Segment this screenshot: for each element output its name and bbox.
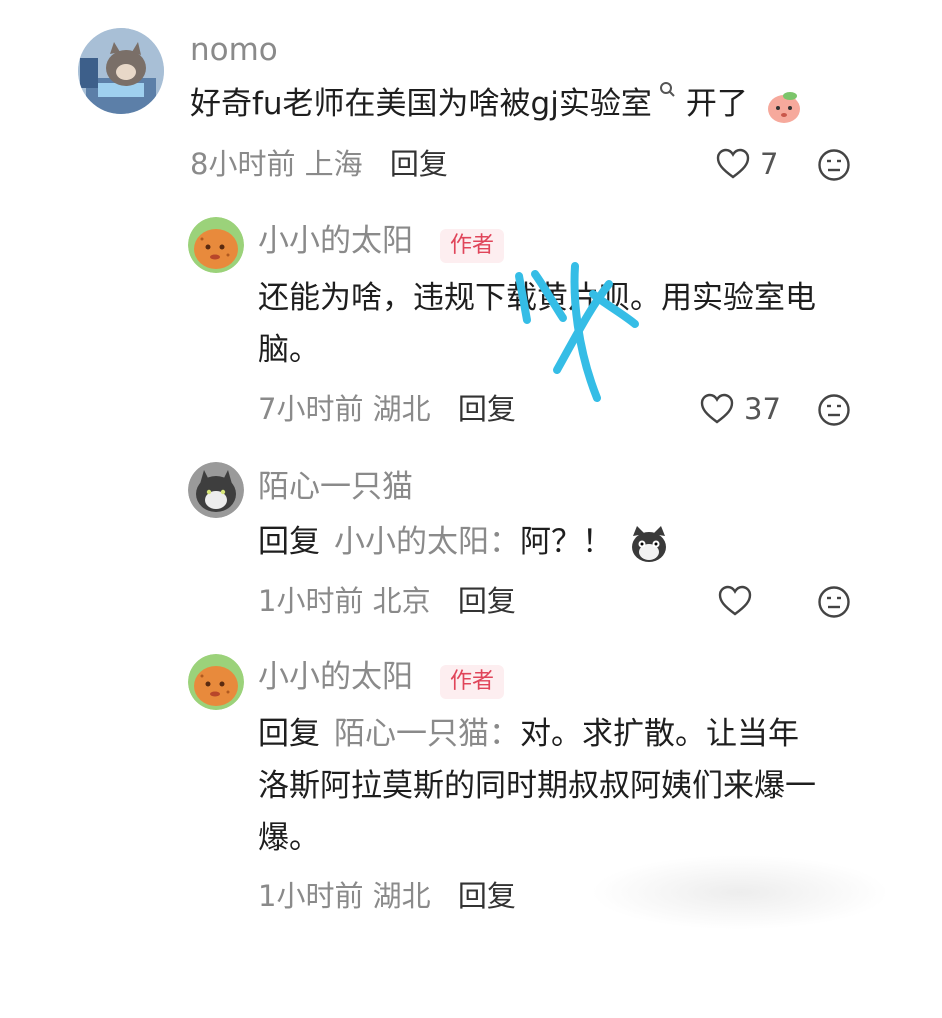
image-smudge xyxy=(590,855,890,930)
search-small-icon[interactable] xyxy=(656,78,682,108)
comment-meta: 8小时前 上海 回复 xyxy=(190,150,448,179)
comment-username[interactable]: 小小的太阳 xyxy=(258,662,413,693)
like-count: 7 xyxy=(760,146,779,181)
comment-text-line-1: 对。求扩散。让当年 xyxy=(520,716,799,752)
comment-text-line-2: 洛斯阿拉莫斯的同时期叔叔阿姨们来爆一 xyxy=(258,768,816,804)
comment-meta: 7小时前 湖北 回复 xyxy=(258,395,516,424)
like-count: 37 xyxy=(744,391,781,426)
comment-meta: 1小时前 北京 回复 xyxy=(258,587,516,616)
comment-location: 北京 xyxy=(372,584,431,618)
reply-button[interactable]: 回复 xyxy=(458,879,516,913)
comment-location: 上海 xyxy=(304,147,363,181)
comment-2: 小小的太阳 作者 还能为啥，违规下载黄片呗。用实验室电 脑。 7小时前 湖北 回… xyxy=(0,200,942,440)
like-button[interactable]: 37 xyxy=(700,393,781,425)
comment-text-line-1: 还能为啥，违规下载黄片呗。用实验室电 xyxy=(258,280,816,316)
comment-username[interactable]: 小小的太阳 xyxy=(258,226,413,257)
peach-emoji xyxy=(767,91,800,123)
comment-time: 1小时前 xyxy=(258,584,364,618)
comment-text-main: 阿？！ xyxy=(520,524,613,560)
comment-text-line-2: 脑。 xyxy=(258,332,320,368)
comment-3: 陌心一只猫 回复 小小的太阳：阿？！ 1小时前 北京 回复 xyxy=(0,450,942,640)
reply-button[interactable]: 回复 xyxy=(390,147,448,181)
comment-meta: 1小时前 湖北 回复 xyxy=(258,882,516,911)
reply-prefix: 回复 xyxy=(258,524,320,560)
neutral-face-icon[interactable] xyxy=(817,393,851,427)
user-avatar-xiaoxiaodetaiyang[interactable] xyxy=(188,654,244,710)
user-avatar-moxinyizhimao[interactable] xyxy=(188,462,244,518)
neutral-face-icon[interactable] xyxy=(817,585,851,619)
reply-button[interactable]: 回复 xyxy=(458,584,516,618)
heart-outline-icon xyxy=(700,393,734,424)
author-badge: 作者 xyxy=(440,665,505,699)
user-avatar-nomo[interactable] xyxy=(78,28,164,114)
like-button[interactable]: 7 xyxy=(716,148,778,180)
comment-time: 7小时前 xyxy=(258,392,364,426)
comment-location: 湖北 xyxy=(372,879,431,913)
comment-username[interactable]: 陌心一只猫 xyxy=(258,472,413,503)
reply-target-user[interactable]: 小小的太阳： xyxy=(334,524,520,560)
neutral-face-icon[interactable] xyxy=(817,148,851,182)
reply-button[interactable]: 回复 xyxy=(458,392,516,426)
heart-outline-icon xyxy=(716,148,750,179)
heart-outline-icon xyxy=(718,585,752,616)
like-button[interactable] xyxy=(718,585,752,617)
comment-username[interactable]: nomo xyxy=(190,35,278,66)
comment-text: 还能为啥，违规下载黄片呗。用实验室电 脑。 xyxy=(258,272,816,376)
comment-time: 8小时前 xyxy=(190,147,296,181)
comment-text: 回复 陌心一只猫：对。求扩散。让当年 洛斯阿拉莫斯的同时期叔叔阿姨们来爆一 爆。 xyxy=(258,708,816,864)
reply-prefix: 回复 xyxy=(258,716,320,752)
comment-text-main: 好奇fu老师在美国为啥被gj实验室 xyxy=(190,86,652,122)
comment-location: 湖北 xyxy=(372,392,431,426)
comment-text: 回复 小小的太阳：阿？！ xyxy=(258,516,669,568)
comment-text-tail: 开了 xyxy=(685,86,748,122)
author-badge: 作者 xyxy=(440,229,505,263)
angry-cat-emoji xyxy=(631,525,666,562)
user-avatar-xiaoxiaodetaiyang[interactable] xyxy=(188,217,244,273)
reply-target-user[interactable]: 陌心一只猫： xyxy=(334,716,520,752)
comment-1: nomo 好奇fu老师在美国为啥被gj实验室 开了 8小时前 上海 回复 7 xyxy=(0,0,942,200)
comment-time: 1小时前 xyxy=(258,879,364,913)
comment-text: 好奇fu老师在美国为啥被gj实验室 开了 xyxy=(190,78,804,130)
